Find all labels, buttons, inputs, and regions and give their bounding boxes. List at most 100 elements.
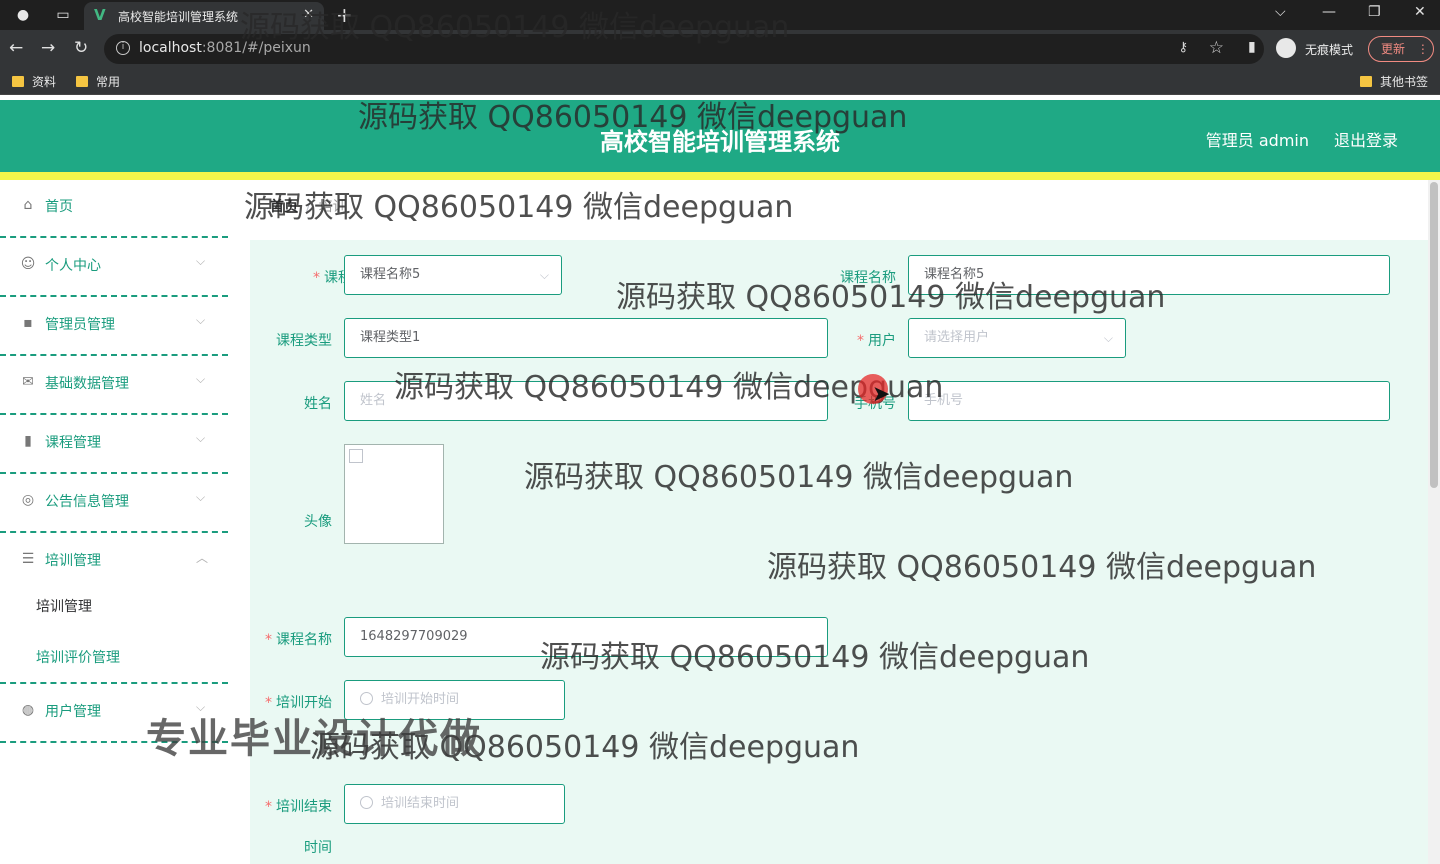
tab-close-icon[interactable]: ✕ — [303, 7, 314, 22]
back-icon[interactable]: ← — [9, 38, 23, 58]
incognito-label[interactable]: 无痕模式 — [1305, 41, 1353, 58]
sidebar-item-label: 个人中心 — [45, 258, 101, 274]
folder-icon — [1360, 76, 1372, 87]
user-select-placeholder: 请选择用户 — [924, 330, 990, 345]
menu-icon[interactable]: ⋮ — [1417, 42, 1429, 56]
folder-icon — [76, 76, 88, 87]
sidebar-item-label: 公告信息管理 — [45, 494, 129, 510]
other-bookmarks-label: 其他书签 — [1380, 75, 1429, 89]
bar-chart-icon: ▮ — [24, 433, 32, 449]
course-name-field[interactable]: 课程名称5 — [908, 255, 1390, 295]
world-icon[interactable]: ● — [14, 6, 32, 24]
mouse-cursor-icon: ➤ — [872, 382, 891, 407]
clock-icon — [360, 692, 373, 705]
user-select[interactable]: 请选择用户 ⌵ — [908, 318, 1126, 358]
sidebar-item-label: 用户管理 — [45, 704, 101, 720]
admin-icon: ▪ — [23, 315, 33, 331]
breadcrumb-current: 培训 — [318, 199, 347, 215]
name-field[interactable]: 姓名 — [344, 381, 828, 421]
name-label: 姓名 — [304, 396, 332, 412]
course-type-label: 课程类型 — [276, 333, 332, 349]
sidebar-item-home[interactable]: ⌂ 首页 — [0, 180, 228, 238]
other-bookmarks[interactable]: 其他书签 — [1360, 73, 1428, 90]
folder-icon — [12, 76, 24, 87]
current-user: 管理员 admin — [1205, 131, 1309, 150]
training-start-placeholder: 培训开始时间 — [381, 692, 460, 707]
sidebar-subitem-training-review[interactable]: 培训评价管理 — [36, 647, 120, 667]
training-name-label: * 课程名称 — [256, 629, 332, 649]
breadcrumb: 首页 / 培训 — [270, 196, 347, 216]
sidebar-item-base-data[interactable]: ✉ 基础数据管理 ⌵ — [0, 357, 228, 415]
training-end-label: * 培训结束 — [256, 796, 332, 816]
breadcrumb-home[interactable]: 首页 — [270, 199, 298, 215]
sidebar-item-label: 课程管理 — [45, 435, 101, 451]
chevron-down-icon: ⌵ — [539, 268, 549, 282]
app-header: 高校智能培训管理系统 管理员 admin 退出登录 — [0, 100, 1440, 172]
minimize-icon[interactable]: — — [1322, 4, 1336, 20]
breadcrumb-separator: / — [306, 199, 311, 215]
training-end-picker[interactable]: 培训结束时间 — [344, 784, 565, 824]
mail-icon: ✉ — [22, 374, 34, 390]
url-text[interactable]: localhost:8081/#/peixun — [139, 40, 311, 56]
address-bar[interactable]: i localhost:8081/#/peixun ⚷ ☆ — [104, 34, 1264, 64]
update-label: 更新 — [1381, 42, 1406, 56]
user-label-text: 用户 — [868, 333, 896, 349]
bookmarks-bar: 资料 常用 其他书签 — [0, 68, 1440, 95]
logout-button[interactable]: 退出登录 — [1334, 127, 1398, 151]
promo-watermark: 专业毕业设计代做 — [146, 716, 482, 762]
chevron-up-icon: ︿ — [196, 551, 209, 565]
compass-icon: ◎ — [21, 492, 35, 508]
required-mark: * — [265, 799, 272, 815]
chevron-down-icon: ⌵ — [196, 313, 206, 327]
update-button[interactable]: 更新 ⋮ — [1368, 36, 1434, 62]
required-mark: * — [265, 632, 272, 648]
course-select[interactable]: 课程名称5 ⌵ — [344, 255, 562, 295]
course-label: * 课程 — [276, 267, 352, 287]
incognito-icon — [1276, 38, 1296, 58]
course-type-field[interactable]: 课程类型1 — [344, 318, 828, 358]
chevron-down-icon: ⌵ — [196, 372, 206, 386]
bookmark-label: 常用 — [96, 75, 121, 89]
tab-search-icon[interactable]: ⌵ — [1275, 4, 1286, 20]
password-key-icon[interactable]: ⚷ — [1178, 40, 1188, 55]
page-scrollbar-thumb[interactable] — [1430, 182, 1438, 488]
restore-icon[interactable]: ❐ — [1368, 4, 1381, 20]
sidebar-item-label: 基础数据管理 — [45, 376, 129, 392]
sidebar-item-label: 首页 — [45, 199, 73, 215]
user-circle-icon: ◍ — [21, 702, 35, 718]
site-info-icon[interactable]: i — [116, 41, 130, 55]
window-close-icon[interactable]: ✕ — [1414, 4, 1426, 20]
sidebar-item-courses[interactable]: ▮ 课程管理 ⌵ — [0, 416, 228, 474]
sidebar-item-admins[interactable]: ▪ 管理员管理 ⌵ — [0, 298, 228, 356]
url-host: localhost — [139, 40, 202, 56]
sidebar-item-profile[interactable]: ☺ 个人中心 ⌵ — [0, 239, 228, 297]
bookmark-folder[interactable]: 常用 — [76, 73, 120, 90]
user-icon: ☺ — [20, 256, 36, 272]
vue-favicon-icon: V — [94, 6, 106, 24]
avatar-label: 头像 — [304, 514, 332, 530]
forward-icon[interactable]: → — [41, 38, 55, 58]
upload-checkbox-icon — [349, 449, 363, 463]
tab-overview-icon[interactable]: ▭ — [54, 6, 72, 24]
training-end-label-text: 培训结束 — [276, 799, 332, 815]
training-name-label-text: 课程名称 — [276, 632, 332, 648]
sidebar-subitem-training[interactable]: 培训管理 — [36, 596, 92, 616]
chevron-down-icon: ⌵ — [196, 490, 206, 504]
list-icon: ☰ — [21, 551, 35, 567]
browser-tab-bar: ● ▭ V 高校智能培训管理系统 ✕ + ⌵ — ❐ ✕ — [0, 0, 1440, 30]
avatar-upload[interactable] — [344, 444, 444, 544]
sidebar-item-label: 管理员管理 — [45, 317, 115, 333]
chevron-down-icon: ⌵ — [196, 254, 206, 268]
side-panel-icon[interactable]: ▮ — [1248, 39, 1256, 55]
browser-tab[interactable]: V 高校智能培训管理系统 ✕ — [84, 2, 324, 30]
sidebar-item-notices[interactable]: ◎ 公告信息管理 ⌵ — [0, 475, 228, 533]
user-label: * 用户 — [820, 330, 896, 350]
sidebar-item-training[interactable]: ☰ 培训管理 ︿ 培训管理 培训评价管理 — [0, 534, 228, 684]
bookmark-star-icon[interactable]: ☆ — [1209, 38, 1224, 58]
phone-field[interactable]: 手机号 — [908, 381, 1390, 421]
bookmark-folder[interactable]: 资料 — [12, 73, 56, 90]
training-form: * 课程 课程名称5 ⌵ 课程名称 课程名称5 课程类型 课程类型1 * 用户 请选… — [250, 240, 1428, 864]
reload-icon[interactable]: ↻ — [74, 38, 88, 58]
training-name-field[interactable]: 1648297709029 — [344, 617, 828, 657]
new-tab-icon[interactable]: + — [336, 3, 353, 27]
